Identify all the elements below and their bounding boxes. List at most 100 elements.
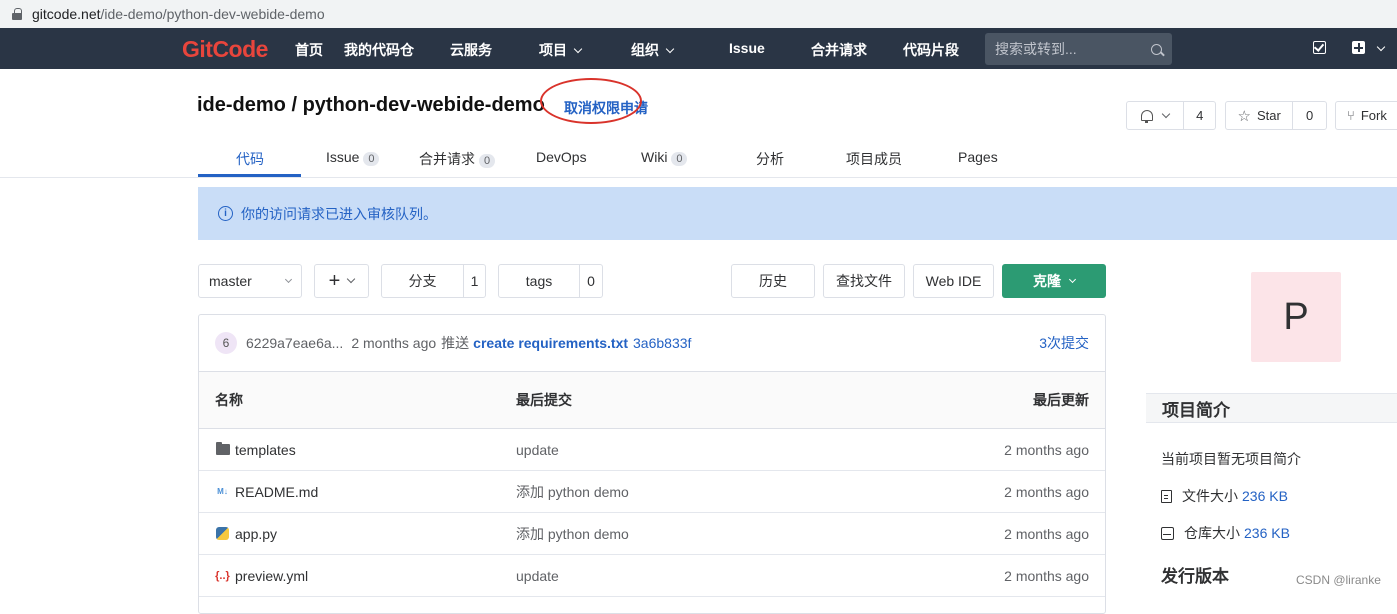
search-input[interactable]: 搜索或转到...: [985, 33, 1172, 65]
tab-pages[interactable]: Pages: [958, 149, 998, 165]
project-title[interactable]: ide-demo / python-dev-webide-demo: [197, 94, 545, 117]
tab-members[interactable]: 项目成员: [846, 149, 902, 169]
commits-count-link[interactable]: 3次提交: [1039, 333, 1089, 353]
star-button[interactable]: ☆ Star: [1226, 102, 1292, 129]
repo-size-stat: 仓库大小 236 KB: [1161, 523, 1290, 543]
nav-projects[interactable]: 项目: [539, 40, 583, 60]
info-icon: i: [218, 206, 233, 221]
commit-link[interactable]: update: [516, 568, 559, 584]
chevron-down-icon: [1376, 42, 1386, 52]
column-last-commit: 最后提交: [516, 392, 572, 408]
tab-issue[interactable]: Issue 0: [326, 149, 380, 166]
annotation-circle: [540, 78, 642, 124]
todo-icon[interactable]: [1313, 41, 1326, 54]
avatar[interactable]: 6: [215, 332, 237, 354]
nav-groups[interactable]: 组织: [631, 40, 675, 60]
repo-size-link[interactable]: 236 KB: [1244, 525, 1290, 541]
disk-icon: [1161, 526, 1174, 540]
chevron-down-icon: [665, 44, 675, 54]
history-button[interactable]: 历史: [731, 264, 815, 298]
column-name: 名称: [215, 392, 243, 408]
star-count: 0: [1292, 102, 1326, 129]
branch-select[interactable]: master: [198, 264, 302, 298]
commit-link[interactable]: 添加 python demo: [516, 482, 629, 502]
notification-button-group[interactable]: 4: [1126, 101, 1216, 130]
url-path: /ide-demo/python-dev-webide-demo: [100, 6, 325, 22]
chevron-down-icon: [573, 44, 583, 54]
commit-message-link[interactable]: create requirements.txt: [473, 335, 628, 351]
tab-devops[interactable]: DevOps: [536, 149, 587, 165]
find-file-button[interactable]: 查找文件: [823, 264, 905, 298]
plus-icon[interactable]: [1352, 41, 1365, 54]
table-row[interactable]: M↓ README.md 添加 python demo 2 months ago: [199, 471, 1105, 513]
file-size-stat: 文件大小 236 KB: [1161, 486, 1288, 506]
commit-author[interactable]: 6229a7eae6a...: [246, 335, 343, 351]
notification-count: 4: [1183, 102, 1215, 129]
tab-merge-requests[interactable]: 合并请求 0: [419, 149, 495, 169]
add-dropdown-button[interactable]: +: [314, 264, 369, 298]
project-tabs: 代码 Issue 0 合并请求 0 DevOps Wiki 0 分析 项目成员 Pag…: [0, 136, 1397, 178]
commit-link[interactable]: update: [516, 442, 559, 458]
tags-button[interactable]: tags 0: [498, 264, 603, 298]
updated-time: 2 months ago: [1004, 441, 1089, 458]
column-last-updated: 最后更新: [1033, 392, 1089, 408]
tab-code[interactable]: 代码: [236, 149, 264, 169]
chevron-down-icon: [347, 274, 356, 284]
web-ide-button[interactable]: Web IDE: [913, 264, 994, 298]
project-intro-heading: 项目简介: [1146, 393, 1397, 423]
chevron-down-icon: [1161, 109, 1171, 118]
active-tab-indicator: [198, 174, 301, 177]
project-avatar: P: [1251, 272, 1341, 362]
gitcode-logo[interactable]: GitCode: [182, 36, 268, 63]
tab-analytics[interactable]: 分析: [756, 149, 784, 169]
fork-button[interactable]: ⑂ Fork: [1335, 101, 1397, 130]
file-link[interactable]: preview.yml: [235, 568, 308, 584]
project-intro-text: 当前项目暂无项目简介: [1161, 451, 1301, 467]
nav-snippets[interactable]: 代码片段: [903, 40, 959, 60]
file-link[interactable]: templates: [235, 442, 296, 458]
table-header: 名称 最后提交 最后更新: [199, 372, 1105, 429]
commit-link[interactable]: 添加 python demo: [516, 524, 629, 544]
info-alert: i 你的访问请求已进入审核队列。: [198, 187, 1397, 240]
file-icon: [1161, 489, 1172, 503]
lock-icon: [12, 8, 22, 20]
nav-home[interactable]: 首页: [295, 40, 323, 60]
updated-time: 2 months ago: [1004, 567, 1089, 584]
updated-time: 2 months ago: [1004, 483, 1089, 500]
branches-count: 1: [463, 265, 485, 297]
file-link[interactable]: README.md: [235, 484, 318, 500]
watermark: CSDN @liranke: [1296, 573, 1381, 587]
nav-my-repos[interactable]: 我的代码仓: [344, 40, 414, 60]
top-navbar: GitCode 首页 我的代码仓 云服务 项目 组织 Issue 合并请求 代码…: [0, 28, 1397, 69]
chevron-down-icon: [1068, 275, 1077, 283]
python-icon: [215, 527, 230, 540]
nav-issue[interactable]: Issue: [729, 40, 765, 56]
nav-merge-requests[interactable]: 合并请求: [811, 40, 867, 60]
clone-button[interactable]: 克隆: [1002, 264, 1106, 298]
plus-icon: +: [328, 269, 341, 292]
address-bar[interactable]: gitcode.net/ide-demo/python-dev-webide-d…: [0, 0, 1397, 28]
alert-text: 你的访问请求已进入审核队列。: [241, 205, 437, 222]
notification-dropdown[interactable]: [1127, 102, 1183, 129]
updated-time: 2 months ago: [1004, 525, 1089, 542]
file-size-link[interactable]: 236 KB: [1242, 488, 1288, 504]
releases-heading: 发行版本: [1161, 567, 1229, 586]
table-row[interactable]: templates update 2 months ago: [199, 429, 1105, 471]
file-table: 6 6229a7eae6a... 2 months ago 推送 create …: [198, 314, 1106, 614]
commit-action: 推送: [441, 335, 470, 351]
nav-cloud-services[interactable]: 云服务: [450, 40, 492, 60]
commit-time: 2 months ago: [351, 335, 437, 351]
tab-wiki[interactable]: Wiki 0: [641, 149, 688, 166]
search-placeholder: 搜索或转到...: [995, 41, 1077, 57]
url-host: gitcode.net: [32, 6, 101, 22]
file-link[interactable]: app.py: [235, 526, 277, 542]
commit-sha-link[interactable]: 3a6b833f: [633, 335, 691, 351]
star-button-group[interactable]: ☆ Star 0: [1225, 101, 1327, 130]
fork-icon: ⑂: [1347, 108, 1355, 123]
table-row[interactable]: {..} preview.yml update 2 months ago: [199, 555, 1105, 597]
table-row[interactable]: app.py 添加 python demo 2 months ago: [199, 513, 1105, 555]
markdown-icon: M↓: [217, 487, 228, 496]
bell-icon: [1141, 110, 1154, 123]
folder-icon: [215, 442, 230, 456]
branches-button[interactable]: 分支 1: [381, 264, 486, 298]
